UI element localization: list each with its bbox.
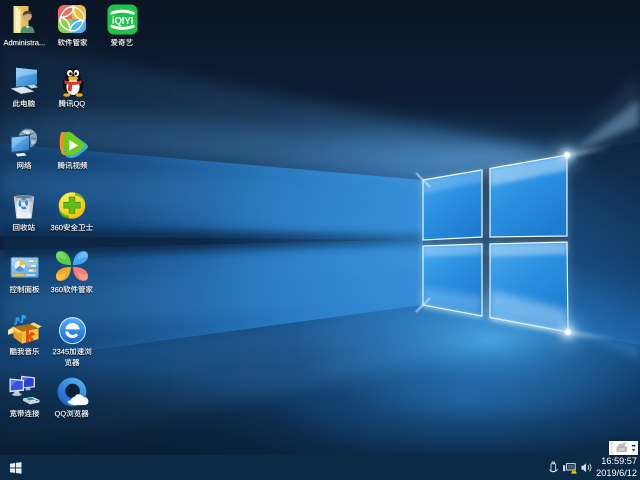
- svg-text:iQIYI: iQIYI: [112, 16, 134, 27]
